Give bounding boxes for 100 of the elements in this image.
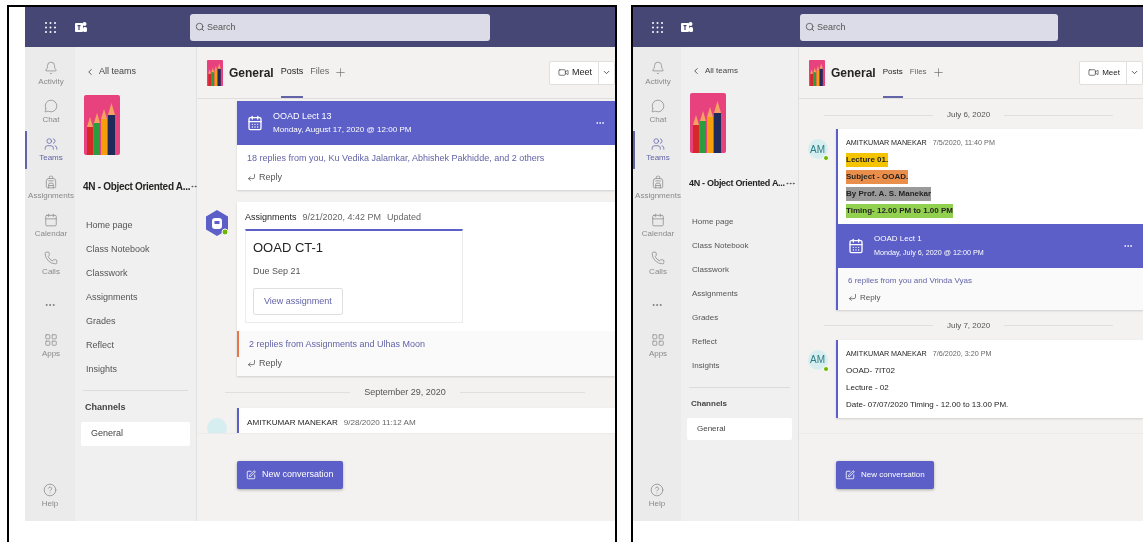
team-nav-item[interactable]: Classwork [692, 262, 790, 277]
app-bar-item[interactable]: Chat [633, 93, 681, 131]
replies-link[interactable]: 18 replies from you, Ku Vedika Jalamkar, Abhishek Pakhidde, and 2 others [237, 145, 615, 171]
teams-logo-icon [681, 20, 693, 34]
team-thumbnail [809, 59, 825, 86]
app-launcher-icon[interactable] [651, 21, 663, 33]
team-nav-item[interactable]: Class Notebook [692, 238, 790, 253]
presence-status-icon [822, 155, 829, 161]
post-author: Assignments [245, 211, 297, 224]
chevron-left-icon [691, 66, 701, 76]
reply-arrow-icon [247, 358, 256, 368]
presence-status-icon [822, 365, 829, 372]
team-thumbnail [207, 59, 223, 86]
app-bar-item[interactable]: Assignments [25, 169, 75, 207]
meeting-title: OOAD Lect 13 [273, 110, 333, 123]
apps-grid-icon [651, 333, 665, 347]
app-bar-item[interactable]: Calendar [25, 207, 75, 245]
help-button[interactable]: Help [648, 483, 666, 509]
all-teams-link[interactable]: All teams [83, 65, 188, 79]
chevron-down-icon[interactable] [602, 68, 611, 77]
channel-title: General [229, 64, 274, 82]
reply-button[interactable]: Reply [237, 356, 292, 376]
chevron-down-icon[interactable] [1130, 68, 1139, 77]
team-nav-item[interactable]: Home page [692, 214, 790, 229]
channel-tab[interactable]: Posts [882, 47, 903, 98]
view-assignment-button[interactable]: View assignment [253, 287, 343, 315]
app-bar-item[interactable]: Activity [633, 55, 681, 93]
team-name: 4N - Object Oriented A... [689, 177, 785, 190]
team-nav-item[interactable]: Home page [86, 217, 188, 232]
app-bar-item[interactable]: Chat [25, 93, 75, 131]
compose-icon [246, 470, 256, 480]
team-picture [84, 94, 120, 155]
date-divider-label: September 29, 2020 [364, 386, 446, 399]
calendar-icon [651, 213, 665, 227]
all-teams-link[interactable]: All teams [689, 65, 790, 77]
app-launcher-icon[interactable] [44, 21, 56, 33]
team-nav-item[interactable]: Grades [86, 313, 188, 328]
post-time: 9/21/2020, 4:42 PM [302, 211, 382, 224]
search-field[interactable]: Search [800, 13, 1058, 41]
team-nav-item[interactable]: Classwork [86, 265, 188, 280]
video-camera-icon [558, 67, 569, 78]
people-icon [651, 137, 665, 151]
calendar-icon [848, 237, 864, 254]
team-nav-item[interactable]: Reflect [692, 334, 790, 349]
team-nav-item[interactable]: Insights [86, 361, 188, 376]
app-bar-item[interactable]: Apps [25, 327, 75, 365]
help-button[interactable]: Help [41, 483, 59, 509]
replies-link[interactable]: 6 replies from you and Vrinda Vyas [838, 267, 1143, 292]
teams-logo-icon [75, 20, 87, 34]
team-nav-item[interactable]: Assignments [86, 289, 188, 304]
reply-button[interactable]: Reply [237, 170, 292, 190]
bell-icon [651, 61, 665, 75]
user-avatar [207, 417, 227, 433]
search-icon [805, 22, 815, 32]
app-bar-item[interactable]: Assignments [633, 169, 681, 207]
channel-title: General [831, 64, 876, 82]
date-divider-label: July 6, 2020 [946, 109, 991, 121]
channel-item[interactable]: General [687, 417, 792, 440]
help-icon [650, 483, 664, 497]
team-nav-item[interactable]: Class Notebook [86, 241, 188, 256]
message-line: Date- 07/07/2020 Timing - 12.00 to 13.00 PM. [846, 398, 1009, 411]
reply-arrow-icon [848, 293, 857, 303]
team-name: 4N - Object Oriented A... [83, 179, 191, 194]
calendar-icon [44, 213, 58, 227]
reply-arrow-icon [247, 172, 256, 182]
team-nav-item[interactable]: Reflect [86, 337, 188, 352]
app-bar-item[interactable]: Calls [633, 245, 681, 283]
meeting-title: OOAD Lect 1 [874, 232, 923, 245]
app-bar-item[interactable]: Apps [633, 327, 681, 365]
new-conversation-button[interactable]: New conversation [237, 461, 343, 489]
search-field[interactable]: Search [190, 13, 490, 41]
post-time: 9/28/2020 11:12 AM [343, 416, 416, 429]
meet-button[interactable]: Meet [549, 60, 615, 85]
post-status: Updated [387, 211, 422, 224]
team-nav-item[interactable]: Assignments [692, 286, 790, 301]
app-bar-item[interactable]: Calendar [633, 207, 681, 245]
chat-bubble-icon [44, 99, 58, 113]
reply-button[interactable]: Reply [838, 291, 891, 310]
date-divider-label: July 7, 2020 [946, 319, 991, 332]
replies-link[interactable]: 2 replies from Assignments and Ulhas Moon [237, 331, 615, 357]
new-conversation-button[interactable]: New conversation [836, 461, 934, 489]
channel-item[interactable]: General [81, 422, 190, 446]
meeting-banner[interactable]: OOAD Lect 13 Monday, August 17, 2020 @ 12:00 PM [237, 101, 615, 145]
search-icon [195, 22, 205, 32]
channel-tab[interactable]: Files [909, 47, 927, 98]
team-nav-item[interactable]: Grades [692, 310, 790, 325]
team-picture [690, 93, 726, 153]
meet-button[interactable]: Meet [1079, 60, 1143, 85]
channel-tab[interactable]: Files [310, 47, 330, 98]
assignments-bot-avatar [206, 210, 228, 236]
add-tab-icon[interactable] [334, 66, 348, 79]
meeting-time: Monday, August 17, 2020 @ 12:00 PM [273, 124, 413, 136]
message-line: Lecture - 02 [846, 381, 889, 394]
message-line: OOAD- 7IT02 [846, 364, 895, 377]
compose-icon [845, 470, 855, 480]
app-bar-item[interactable]: Calls [25, 245, 75, 283]
team-nav-item[interactable]: Insights [692, 358, 790, 373]
add-tab-icon[interactable] [931, 66, 945, 79]
channel-tab[interactable]: Posts [280, 47, 304, 98]
app-bar-item[interactable]: Activity [25, 55, 75, 93]
